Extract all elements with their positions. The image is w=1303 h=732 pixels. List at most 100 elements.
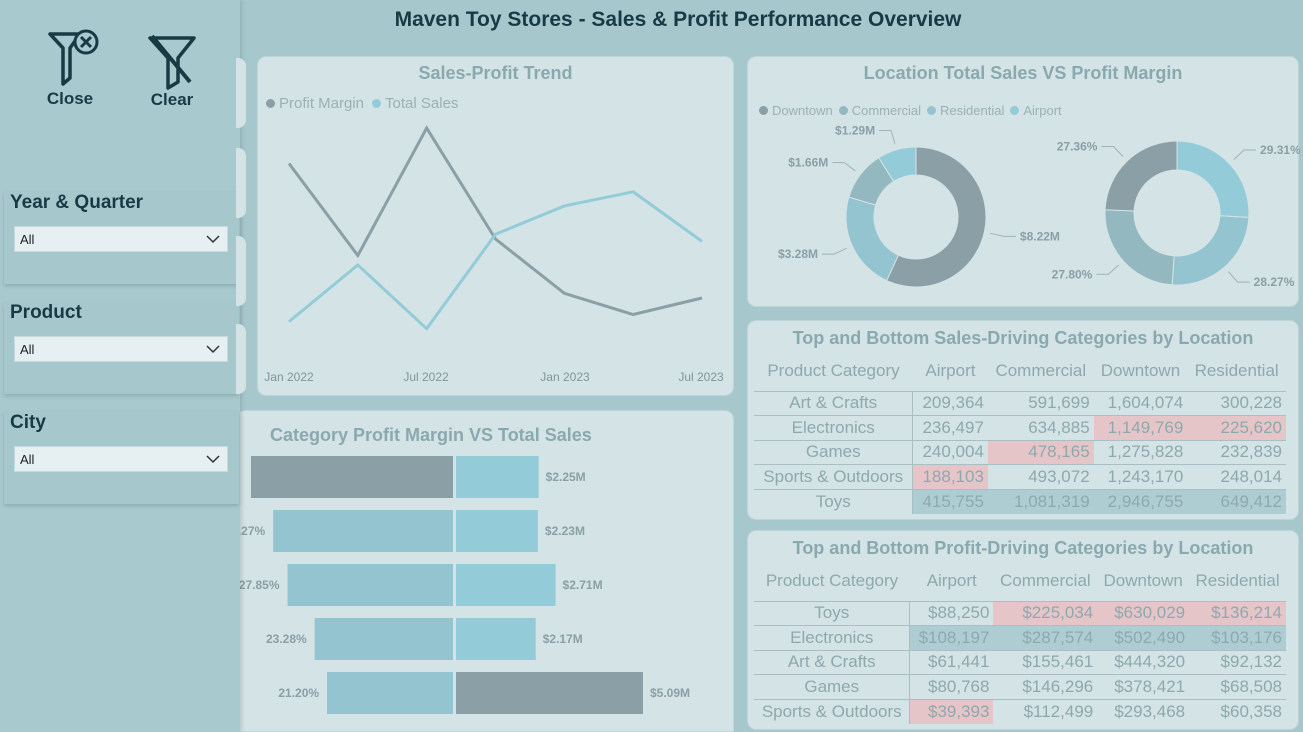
table-row[interactable]: Sports & Outdoors 188,103 493,072 1,243,170… bbox=[754, 464, 1286, 489]
profit-margin-bar[interactable] bbox=[327, 672, 453, 714]
profit-table: Product Category Airport Commercial Down… bbox=[754, 561, 1286, 724]
value-cell: 300,228 bbox=[1187, 390, 1286, 416]
donut-slice[interactable] bbox=[1176, 140, 1250, 219]
category-cell: Sports & Outdoors bbox=[754, 698, 911, 724]
series-line-0[interactable] bbox=[287, 125, 703, 317]
col-commercial[interactable]: Commercial bbox=[993, 561, 1097, 601]
product-dropdown[interactable]: All bbox=[14, 336, 228, 362]
value-cell: $444,320 bbox=[1097, 649, 1190, 675]
category-cell: Art & Crafts bbox=[754, 390, 914, 416]
chevron-down-icon bbox=[206, 235, 220, 244]
value-cell: 188,103 bbox=[912, 464, 988, 489]
value-cell: $155,461 bbox=[993, 649, 1098, 675]
slicer-label: City bbox=[10, 412, 46, 433]
table-row[interactable]: Sports & Outdoors $39,393 $112,499 $293,468… bbox=[754, 698, 1286, 724]
value-cell: 2,946,755 bbox=[1093, 488, 1188, 514]
slicer-label: Year & Quarter bbox=[10, 192, 144, 213]
dropdown-value: All bbox=[20, 342, 35, 357]
table-row[interactable]: Games $80,768 $146,296 $378,421 $68,508 bbox=[754, 674, 1286, 699]
slicer-year-quarter: Year & Quarter All bbox=[4, 192, 239, 284]
leader-line bbox=[1101, 145, 1124, 157]
trend-chart[interactable]: Jan 2022 Jul 2022 Jan 2023 Jul 2023 bbox=[258, 57, 735, 397]
filter-clear-icon bbox=[148, 34, 196, 90]
donut-slice[interactable] bbox=[1104, 140, 1178, 212]
col-airport[interactable]: Airport bbox=[910, 561, 993, 601]
value-cell: 236,497 bbox=[912, 415, 988, 440]
sales-table: Product Category Airport Commercial Down… bbox=[754, 351, 1286, 514]
profit-margin-bar[interactable] bbox=[287, 564, 453, 606]
col-downtown[interactable]: Downtown bbox=[1097, 561, 1189, 601]
profit-margin-label: 21.20% bbox=[278, 686, 319, 700]
total-sales-bar[interactable] bbox=[456, 618, 536, 660]
table-row[interactable]: Electronics 236,497 634,885 1,149,769 225,62… bbox=[754, 415, 1286, 440]
total-sales-bar[interactable] bbox=[456, 456, 539, 498]
total-sales-label: $2.17M bbox=[543, 632, 583, 646]
table-row[interactable]: Games 240,004 478,165 1,275,828 232,839 bbox=[754, 439, 1286, 465]
donut-slice[interactable] bbox=[1171, 215, 1250, 286]
series-line-1[interactable] bbox=[288, 190, 703, 331]
sales-table-title: Top and Bottom Sales-Driving Categories … bbox=[792, 328, 1254, 348]
category-cell: Toys bbox=[754, 488, 914, 514]
x-tick-label: Jan 2023 bbox=[540, 370, 590, 384]
profit-margin-label: 27.85% bbox=[239, 578, 280, 592]
clear-filters-button[interactable]: Clear bbox=[140, 32, 204, 110]
value-cell: $103,176 bbox=[1189, 625, 1286, 650]
table-row[interactable]: Art & Crafts $61,441 $155,461 $444,320 $92,1… bbox=[754, 649, 1286, 675]
value-cell: $378,421 bbox=[1097, 674, 1190, 699]
profit-margin-bar[interactable] bbox=[251, 456, 453, 498]
table-row[interactable]: Toys 415,755 1,081,319 2,946,755 649,412 bbox=[754, 488, 1286, 514]
donut-slice[interactable] bbox=[1104, 209, 1175, 286]
slicer-city: City All bbox=[4, 412, 239, 504]
data-label: 28.27% bbox=[1254, 275, 1295, 289]
donut-slice[interactable] bbox=[845, 196, 900, 282]
dropdown-value: All bbox=[20, 452, 35, 467]
col-residential[interactable]: Residential bbox=[1189, 561, 1286, 601]
slicer-product: Product All bbox=[4, 302, 239, 394]
table-row[interactable]: Toys $88,250 $225,034 $630,029 $136,214 bbox=[754, 600, 1286, 626]
col-product-category[interactable]: Product Category bbox=[754, 351, 913, 391]
data-label: 29.31% bbox=[1260, 143, 1300, 157]
value-cell: 415,755 bbox=[912, 488, 988, 514]
value-cell: 240,004 bbox=[912, 439, 988, 465]
category-cell: Art & Crafts bbox=[754, 649, 911, 675]
value-cell: 478,165 bbox=[987, 439, 1094, 465]
total-sales-label: $2.71M bbox=[563, 578, 603, 592]
chevron-down-icon bbox=[206, 345, 220, 354]
value-cell: 1,149,769 bbox=[1093, 415, 1188, 440]
col-downtown[interactable]: Downtown bbox=[1094, 351, 1188, 391]
value-cell: 591,699 bbox=[987, 390, 1094, 416]
value-cell: 1,081,319 bbox=[987, 488, 1094, 514]
data-label: 27.36% bbox=[1057, 139, 1098, 153]
col-commercial[interactable]: Commercial bbox=[988, 351, 1094, 391]
col-residential[interactable]: Residential bbox=[1187, 351, 1286, 391]
total-sales-bar[interactable] bbox=[456, 564, 556, 606]
category-bar-chart[interactable]: 30.27% 27.85% 23.28% 21.20% $2.25M $2.23M $2.7… bbox=[237, 411, 735, 732]
profit-margin-bar[interactable] bbox=[273, 510, 453, 552]
city-dropdown[interactable]: All bbox=[14, 446, 228, 472]
value-cell: 1,243,170 bbox=[1093, 464, 1188, 489]
category-cell: Games bbox=[754, 439, 914, 465]
value-cell: $112,499 bbox=[993, 698, 1098, 724]
year-quarter-dropdown[interactable]: All bbox=[14, 226, 228, 252]
page-title: Maven Toy Stores - Sales & Profit Perfor… bbox=[394, 8, 962, 31]
col-airport[interactable]: Airport bbox=[913, 351, 988, 391]
profit-table-card: Top and Bottom Profit-Driving Categories… bbox=[747, 530, 1299, 730]
value-cell: $287,574 bbox=[993, 625, 1098, 650]
data-label: 27.80% bbox=[1052, 267, 1093, 281]
col-product-category[interactable]: Product Category bbox=[754, 561, 910, 601]
table-row[interactable]: Art & Crafts 209,364 591,699 1,604,074 300,2… bbox=[754, 390, 1286, 416]
leader-line bbox=[1228, 271, 1250, 283]
data-label: $1.29M bbox=[835, 124, 875, 138]
table-row[interactable]: Electronics $108,197 $287,574 $502,490 $103,… bbox=[754, 625, 1286, 650]
value-cell: $630,029 bbox=[1097, 600, 1190, 626]
value-cell: $80,768 bbox=[909, 674, 994, 699]
total-sales-bar[interactable] bbox=[456, 510, 538, 552]
location-donut-charts[interactable]: $8.22M $3.28M $1.66M $1.29M 29.31% 28.27% 27.8… bbox=[748, 57, 1300, 308]
profit-margin-bar[interactable] bbox=[314, 618, 453, 660]
dropdown-value: All bbox=[20, 232, 35, 247]
profit-table-title: Top and Bottom Profit-Driving Categories… bbox=[792, 538, 1254, 558]
total-sales-bar[interactable] bbox=[456, 672, 643, 714]
close-panel-button[interactable]: Close bbox=[38, 28, 102, 109]
category-card: Category Profit Margin VS Total Sales 30… bbox=[236, 410, 734, 732]
value-cell: 649,412 bbox=[1187, 488, 1286, 514]
